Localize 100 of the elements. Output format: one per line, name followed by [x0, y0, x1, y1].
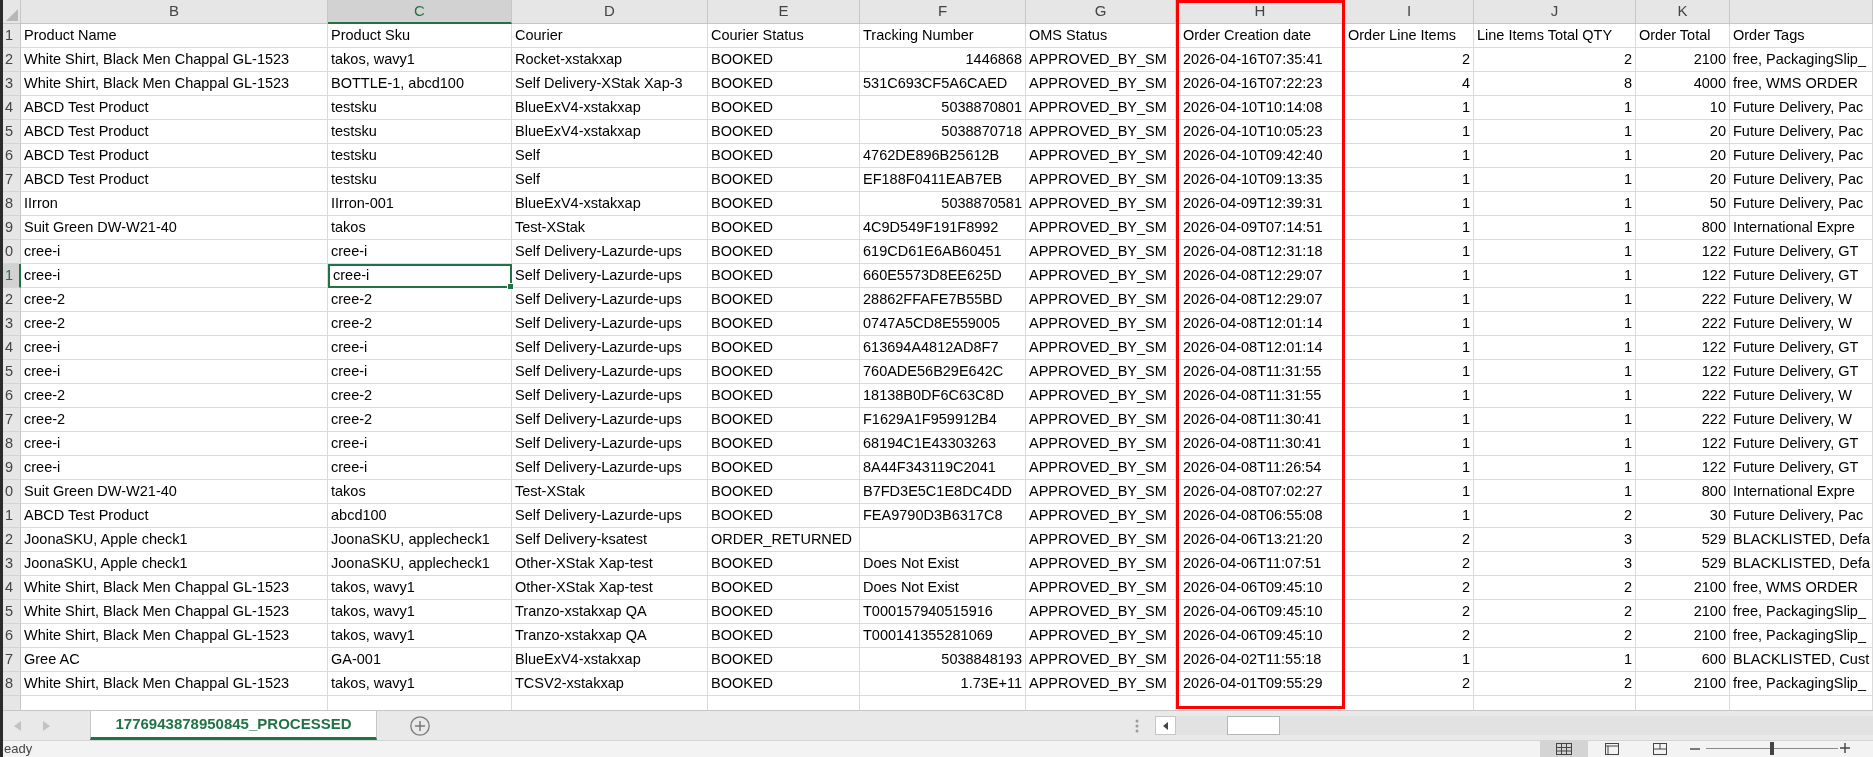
table-cell: 3 — [1474, 552, 1636, 576]
row-header[interactable]: 8 — [3, 672, 21, 696]
table-cell: testsku — [328, 168, 512, 192]
column-header[interactable]: F — [860, 0, 1026, 24]
row-header[interactable]: 7 — [3, 168, 21, 192]
row-header[interactable]: 1 — [3, 264, 21, 288]
row-header[interactable]: 2 — [3, 528, 21, 552]
horizontal-scrollbar[interactable] — [1155, 716, 1873, 735]
table-cell: 2026-04-06T09:45:10 — [1176, 600, 1345, 624]
table-cell: Future Delivery, Pac — [1730, 96, 1873, 120]
row-header[interactable]: 7 — [3, 408, 21, 432]
table-cell: cree-2 — [21, 312, 328, 336]
table-cell: ABCD Test Product — [21, 144, 328, 168]
row-header[interactable]: 2 — [3, 288, 21, 312]
table-cell: 2100 — [1636, 576, 1730, 600]
row-header[interactable]: 6 — [3, 144, 21, 168]
column-header[interactable]: B — [21, 0, 328, 24]
row-header[interactable]: 9 — [3, 456, 21, 480]
table-cell: 2026-04-10T09:42:40 — [1176, 144, 1345, 168]
table-cell: Product Name — [21, 24, 328, 48]
table-cell: 50 — [1636, 192, 1730, 216]
sheet-tab[interactable]: 1776943878950845_PROCESSED — [90, 711, 377, 740]
table-cell: cree-2 — [21, 408, 328, 432]
table-cell: Other-XStak Xap-test — [512, 576, 708, 600]
plus-circle-icon[interactable] — [410, 715, 430, 736]
row-header[interactable]: 6 — [3, 384, 21, 408]
table-cell: Self Delivery-ksatest — [512, 528, 708, 552]
table-cell: 5038870581 — [860, 192, 1026, 216]
plus-icon[interactable] — [1840, 743, 1850, 753]
status-text: eady — [3, 741, 33, 757]
column-header[interactable]: G — [1026, 0, 1176, 24]
table-cell: Tracking Number — [860, 24, 1026, 48]
selected-cell[interactable]: cree-i — [328, 264, 512, 288]
table-cell: 1 — [1474, 480, 1636, 504]
fill-handle[interactable] — [507, 283, 514, 290]
table-cell: 18138B0DF6C63C8D — [860, 384, 1026, 408]
table-cell: 222 — [1636, 288, 1730, 312]
column-header[interactable]: J — [1474, 0, 1636, 24]
column-header[interactable]: C — [328, 0, 512, 24]
row-header[interactable]: 7 — [3, 648, 21, 672]
table-cell: 2 — [1474, 600, 1636, 624]
scroll-left-button[interactable] — [1155, 716, 1176, 735]
row-header[interactable]: 6 — [3, 624, 21, 648]
right-arrow-icon[interactable] — [43, 720, 50, 731]
select-all-icon[interactable] — [6, 9, 18, 21]
table-cell: APPROVED_BY_SM — [1026, 528, 1176, 552]
row-header[interactable]: 4 — [3, 576, 21, 600]
row-header[interactable]: 4 — [3, 96, 21, 120]
table-cell: Future Delivery, Pac — [1730, 144, 1873, 168]
row-header[interactable]: 4 — [3, 336, 21, 360]
view-button[interactable] — [1540, 741, 1588, 757]
table-cell: 1 — [1345, 240, 1474, 264]
table-cell: 222 — [1636, 384, 1730, 408]
slider-thumb[interactable] — [1770, 742, 1774, 755]
column-header[interactable]: E — [708, 0, 860, 24]
table-cell: BOOKED — [708, 312, 860, 336]
table-cell: 8 — [1474, 72, 1636, 96]
column-header[interactable] — [1730, 0, 1873, 24]
row-header[interactable]: 2 — [3, 48, 21, 72]
row-header[interactable]: 3 — [3, 72, 21, 96]
table-cell: free, PackagingSlip_ — [1730, 600, 1873, 624]
row-header[interactable]: 5 — [3, 120, 21, 144]
table-cell: 222 — [1636, 312, 1730, 336]
table-cell: OMS Status — [1026, 24, 1176, 48]
row-header[interactable]: 5 — [3, 360, 21, 384]
row-header[interactable]: 8 — [3, 192, 21, 216]
table-cell: JoonaSKU, applecheck1 — [328, 528, 512, 552]
row-header[interactable] — [3, 696, 21, 710]
table-cell: APPROVED_BY_SM — [1026, 648, 1176, 672]
row-header[interactable]: 0 — [3, 480, 21, 504]
column-header[interactable]: K — [1636, 0, 1730, 24]
left-arrow-icon[interactable] — [14, 720, 21, 731]
table-cell: cree-i — [21, 240, 328, 264]
row-header[interactable]: 0 — [3, 240, 21, 264]
row-header[interactable]: 9 — [3, 216, 21, 240]
column-header[interactable]: D — [512, 0, 708, 24]
table-cell: free, WMS ORDER — [1730, 72, 1873, 96]
row-header[interactable]: 1 — [3, 504, 21, 528]
row-header[interactable]: 3 — [3, 552, 21, 576]
zoom-slider[interactable] — [1706, 741, 1838, 755]
column-header[interactable]: I — [1345, 0, 1474, 24]
table-cell: Other-XStak Xap-test — [512, 552, 708, 576]
row-header[interactable]: 8 — [3, 432, 21, 456]
table-cell: 1 — [1345, 216, 1474, 240]
table-cell: cree-i — [328, 456, 512, 480]
table-cell: BOOKED — [708, 240, 860, 264]
table-cell: Does Not Exist — [860, 552, 1026, 576]
row-header[interactable]: 1 — [3, 24, 21, 48]
table-cell: 613694A4812AD8F7 — [860, 336, 1026, 360]
table-cell: 1 — [1345, 264, 1474, 288]
dots-vertical-icon[interactable] — [1135, 718, 1139, 733]
table-cell: 8A44F343119C2041 — [860, 456, 1026, 480]
table-cell: BOOKED — [708, 360, 860, 384]
row-header[interactable]: 3 — [3, 312, 21, 336]
table-cell: 2026-04-16T07:22:23 — [1176, 72, 1345, 96]
table-cell: 10 — [1636, 96, 1730, 120]
scrollbar-thumb[interactable] — [1227, 716, 1280, 735]
row-header[interactable]: 5 — [3, 600, 21, 624]
table-cell: F1629A1F959912B4 — [860, 408, 1026, 432]
table-cell: BOOKED — [708, 552, 860, 576]
